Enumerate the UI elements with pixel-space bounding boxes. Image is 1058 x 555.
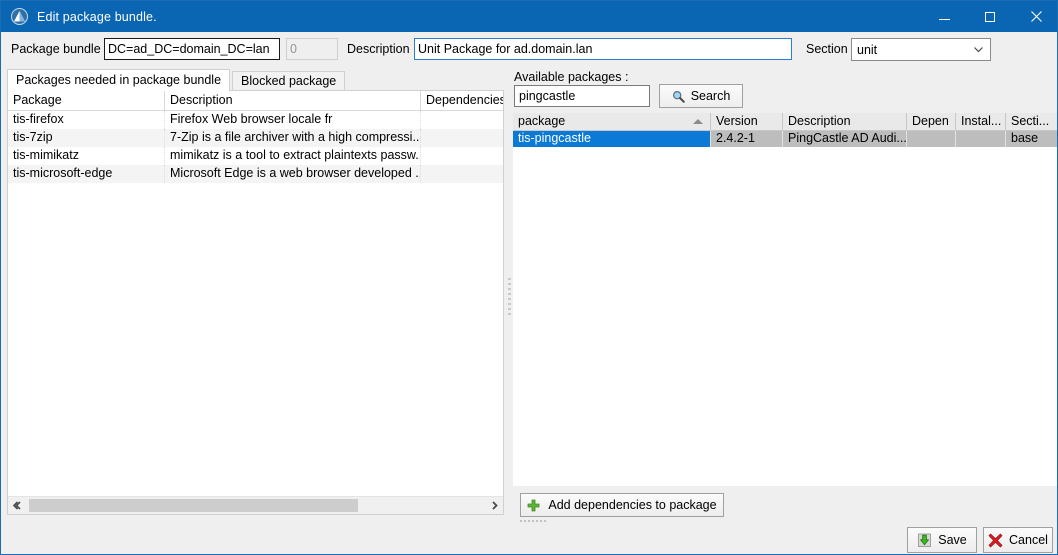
window-title: Edit package bundle.	[37, 9, 157, 24]
column-header-package[interactable]: Package	[8, 91, 165, 110]
tab-blocked-package-label: Blocked package	[241, 74, 337, 88]
left-panel-tabs: Packages needed in package bundle Blocke…	[7, 69, 346, 91]
available-packages-label: Available packages :	[514, 70, 629, 84]
cancel-button[interactable]: Cancel	[983, 527, 1053, 553]
cell-description: Firefox Web browser locale fr	[165, 111, 421, 129]
cell-dependencies	[421, 111, 503, 129]
cell-package: tis-microsoft-edge	[8, 165, 165, 183]
bundle-revision-input[interactable]	[286, 38, 338, 60]
cell-dependencies	[421, 129, 503, 147]
description-input[interactable]	[414, 38, 792, 60]
section-select[interactable]: unit	[851, 38, 991, 61]
cell-version: 2.4.2-1	[711, 131, 783, 147]
tab-packages-needed-label: Packages needed in package bundle	[16, 73, 222, 87]
section-select-value: unit	[857, 42, 878, 57]
search-button-label: Search	[690, 89, 731, 103]
cell-dependencies	[421, 165, 503, 183]
cell-description: 7-Zip is a file archiver with a high com…	[165, 129, 421, 147]
scrollbar-track[interactable]	[25, 497, 486, 514]
cell-package: tis-7zip	[8, 129, 165, 147]
cell-depends	[907, 131, 956, 147]
horizontal-scrollbar[interactable]	[8, 496, 503, 514]
section-label: Section	[806, 42, 848, 56]
column-header-description[interactable]: Description	[783, 113, 907, 130]
scrollbar-thumb[interactable]	[29, 499, 358, 512]
cell-package: tis-firefox	[8, 111, 165, 129]
resize-grip	[520, 519, 548, 523]
edit-package-bundle-window: Edit package bundle. Package bundle Desc…	[0, 0, 1058, 555]
column-header-package-label: package	[518, 114, 566, 128]
plus-icon	[527, 499, 540, 512]
add-dependencies-label: Add dependencies to package	[548, 498, 717, 512]
maximize-icon[interactable]	[967, 1, 1013, 32]
cell-package: tis-mimikatz	[8, 147, 165, 165]
add-dependencies-button[interactable]: Add dependencies to package	[520, 493, 724, 517]
cancel-button-label: Cancel	[1009, 533, 1048, 547]
window-controls	[921, 1, 1057, 32]
magnifier-icon	[672, 90, 685, 103]
chevron-down-icon	[974, 47, 983, 55]
cell-description: Microsoft Edge is a web browser develope…	[165, 165, 421, 183]
description-label: Description	[347, 42, 410, 56]
close-icon[interactable]	[1013, 1, 1057, 32]
cell-description: mimikatz is a tool to extract plaintexts…	[165, 147, 421, 165]
minimize-icon[interactable]	[921, 1, 967, 32]
column-header-dependencies[interactable]: Dependencies	[421, 91, 503, 110]
wapt-triangle-icon	[11, 8, 28, 25]
chevron-left-icon[interactable]	[8, 497, 25, 514]
cell-dependencies	[421, 147, 503, 165]
cell-installed	[956, 131, 1006, 147]
column-header-package[interactable]: package	[513, 113, 711, 130]
sort-ascending-icon	[693, 119, 703, 124]
package-bundle-label: Package bundle	[11, 42, 101, 56]
table-row[interactable]: tis-firefox Firefox Web browser locale f…	[8, 111, 503, 129]
save-down-arrow-icon	[917, 533, 932, 548]
table-row[interactable]: tis-microsoft-edge Microsoft Edge is a w…	[8, 165, 503, 183]
search-button[interactable]: Search	[659, 84, 743, 108]
cell-package: tis-pingcastle	[513, 131, 711, 147]
save-button-label: Save	[938, 533, 967, 547]
tab-packages-needed[interactable]: Packages needed in package bundle	[7, 69, 231, 91]
table-row[interactable]: tis-pingcastle 2.4.2-1 PingCastle AD Aud…	[513, 131, 1057, 147]
column-header-section[interactable]: Secti...	[1006, 113, 1057, 130]
table-row[interactable]: tis-mimikatz mimikatz is a tool to extra…	[8, 147, 503, 165]
column-header-description[interactable]: Description	[165, 91, 421, 110]
available-packages-header: package Version Description Depen Instal…	[513, 113, 1057, 131]
available-packages-grid: package Version Description Depen Instal…	[513, 113, 1057, 486]
cell-description: PingCastle AD Audi...	[783, 131, 907, 147]
column-header-version[interactable]: Version	[711, 113, 783, 130]
column-header-installed[interactable]: Instal...	[956, 113, 1006, 130]
tab-blocked-package[interactable]: Blocked package	[232, 71, 346, 91]
package-bundle-input[interactable]	[104, 38, 280, 60]
chevron-right-icon[interactable]	[486, 497, 503, 514]
red-x-icon	[988, 533, 1003, 548]
save-button[interactable]: Save	[907, 527, 977, 553]
column-header-depends[interactable]: Depen	[907, 113, 956, 130]
cell-section: base	[1006, 131, 1057, 147]
bundle-form-row: Package bundle Description Section unit	[1, 32, 1057, 67]
title-bar: Edit package bundle.	[1, 1, 1057, 32]
needed-packages-panel: Package Description Dependencies tis-fir…	[7, 90, 504, 515]
needed-packages-header: Package Description Dependencies	[8, 91, 503, 111]
table-row[interactable]: tis-7zip 7-Zip is a file archiver with a…	[8, 129, 503, 147]
panel-splitter[interactable]	[505, 271, 513, 321]
search-input[interactable]	[514, 85, 650, 107]
